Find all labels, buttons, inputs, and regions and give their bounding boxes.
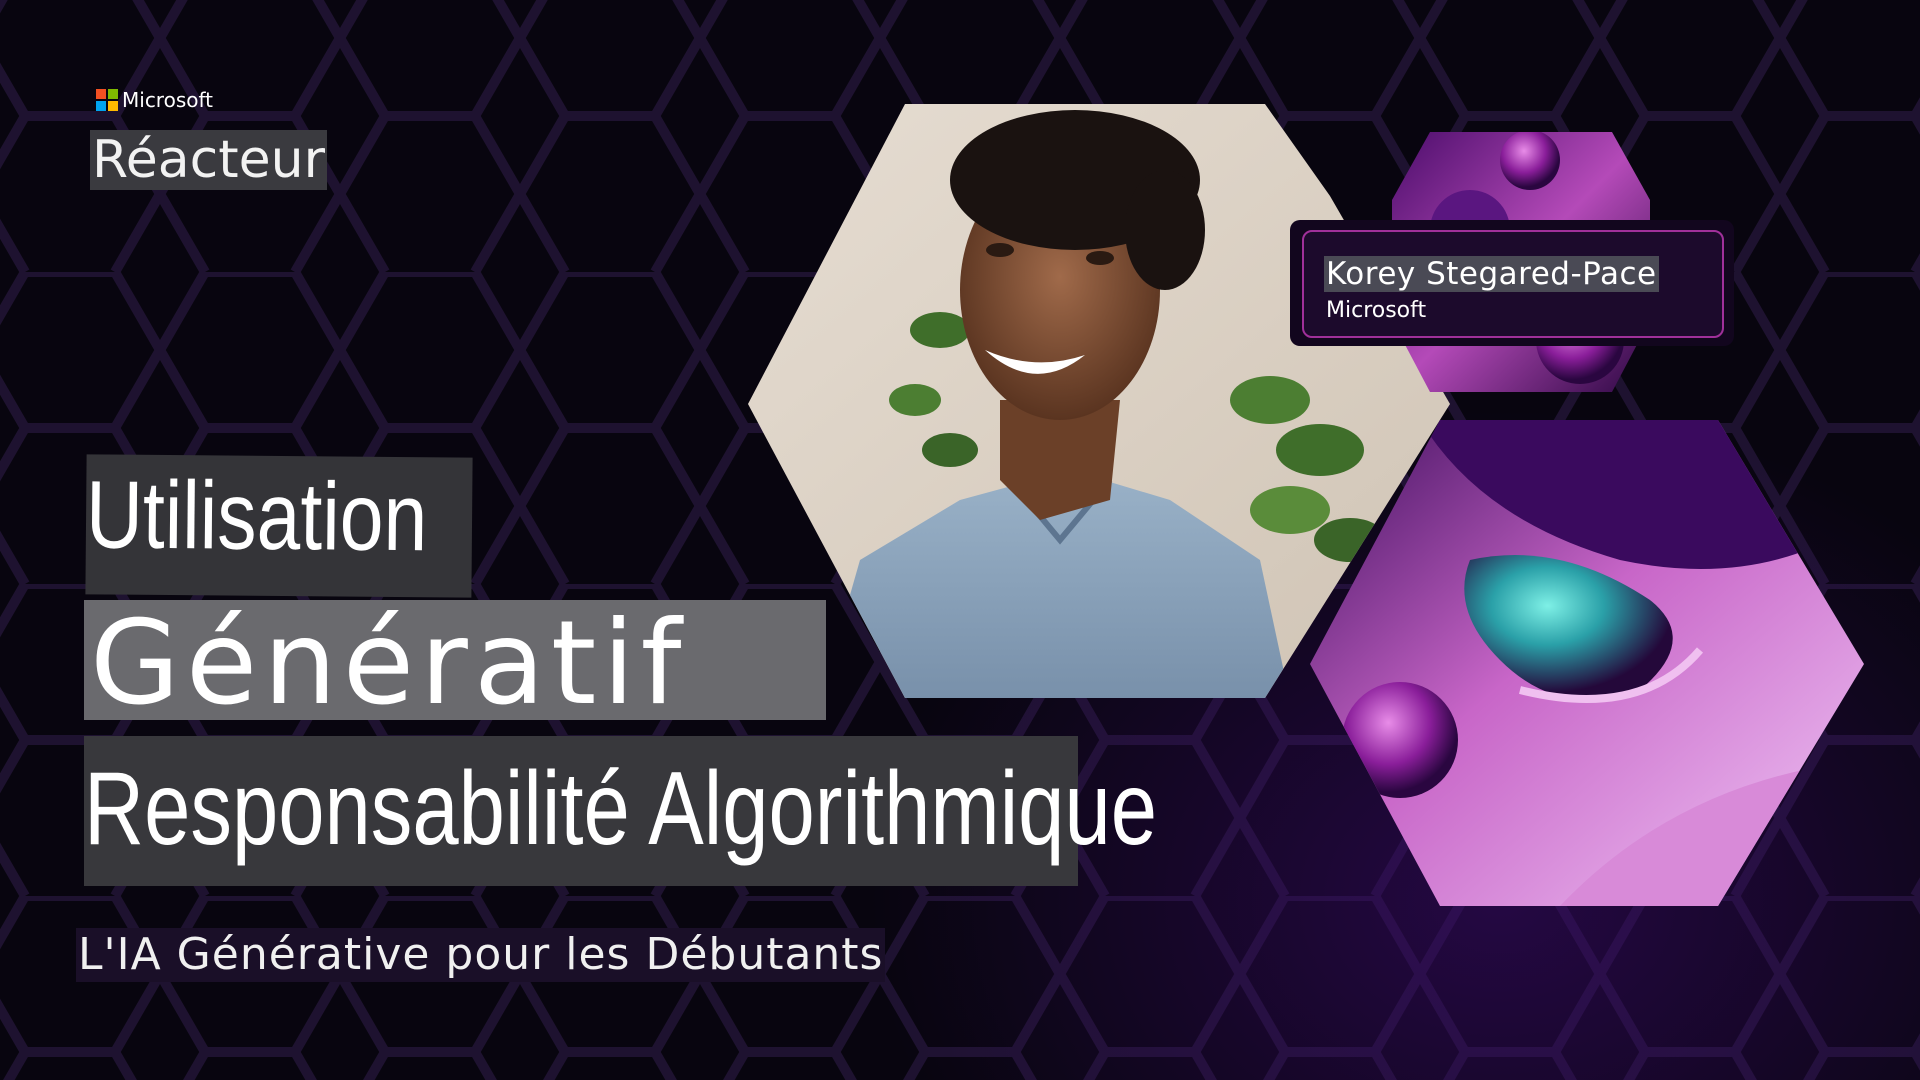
speaker-card: Korey Stegared-Pace Microsoft [1290, 220, 1734, 346]
hexagon-image-group [748, 104, 1864, 906]
speaker-name: Korey Stegared-Pace [1324, 256, 1659, 292]
speaker-organization: Microsoft [1326, 298, 1427, 323]
